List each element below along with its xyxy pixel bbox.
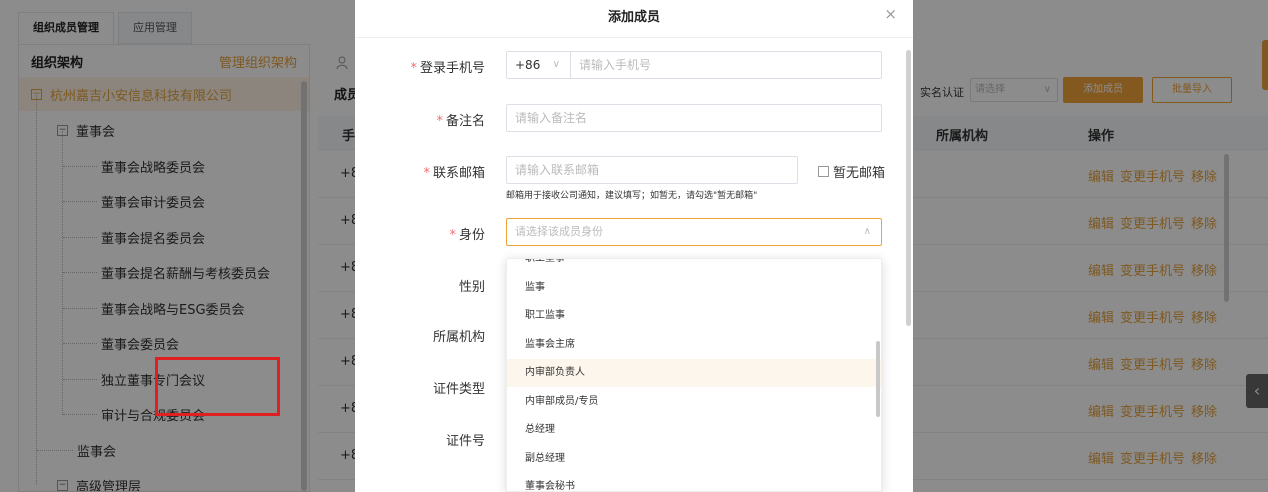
remark-label: * 备注名 bbox=[436, 114, 485, 129]
cert-number-label: 证件号 bbox=[445, 434, 485, 449]
phone-field[interactable]: +86 ∨ 请输入手机号 bbox=[506, 51, 882, 79]
dialog-title: 添加成员 bbox=[607, 10, 660, 25]
checkbox-icon[interactable] bbox=[818, 166, 829, 177]
highlight-annotation bbox=[155, 357, 280, 416]
dropdown-scrollbar[interactable] bbox=[876, 341, 880, 417]
identity-label: * 身份 bbox=[449, 228, 485, 243]
email-label: * 联系邮箱 bbox=[423, 166, 485, 181]
chevron-up-icon: ∧ bbox=[863, 226, 871, 237]
org-label: 所属机构 bbox=[432, 330, 485, 345]
identity-option[interactable]: 总经理 bbox=[507, 416, 881, 444]
identity-option[interactable]: 内审部成员/专员 bbox=[507, 388, 881, 416]
identity-dropdown: 职工董事 监事 职工监事 监事会主席 内审部负责人 内审部成员/专员 总经理 副总经理 董事会秘… bbox=[506, 258, 882, 492]
add-member-dialog: 添加成员 × * 登录手机号 +86 ∨ 请输入手机号 * 备注名 请输入备注名 *… bbox=[355, 0, 913, 492]
phone-label: * 登录手机号 bbox=[410, 61, 485, 76]
gender-label: 性别 bbox=[458, 280, 485, 295]
country-code-select[interactable]: +86 ∨ bbox=[507, 52, 571, 78]
remark-input[interactable]: 请输入备注名 bbox=[506, 104, 882, 132]
close-icon[interactable]: × bbox=[884, 5, 897, 23]
phone-placeholder: 请输入手机号 bbox=[579, 58, 652, 72]
identity-select[interactable]: 请选择该成员身份 ∧ bbox=[506, 218, 882, 246]
cert-type-label: 证件类型 bbox=[432, 382, 485, 397]
identity-option[interactable]: 副总经理 bbox=[507, 445, 881, 473]
email-hint: 邮箱用于接收公司通知，建议填写；如暂无，请勾选"暂无邮箱" bbox=[506, 191, 758, 201]
identity-option[interactable]: 职工董事 bbox=[507, 259, 881, 273]
identity-option[interactable]: 监事 bbox=[507, 274, 881, 302]
identity-option[interactable]: 职工监事 bbox=[507, 302, 881, 330]
identity-option[interactable]: 内审部负责人 bbox=[507, 359, 881, 387]
no-email-checkbox[interactable]: 暂无邮箱 bbox=[818, 162, 885, 181]
identity-option[interactable]: 董事会秘书 bbox=[507, 473, 881, 491]
dialog-header: 添加成员 × bbox=[355, 0, 913, 38]
email-input[interactable]: 请输入联系邮箱 bbox=[506, 156, 798, 184]
chevron-down-icon: ∨ bbox=[552, 59, 560, 70]
identity-option[interactable]: 监事会主席 bbox=[507, 331, 881, 359]
dialog-scrollbar[interactable] bbox=[906, 50, 911, 326]
